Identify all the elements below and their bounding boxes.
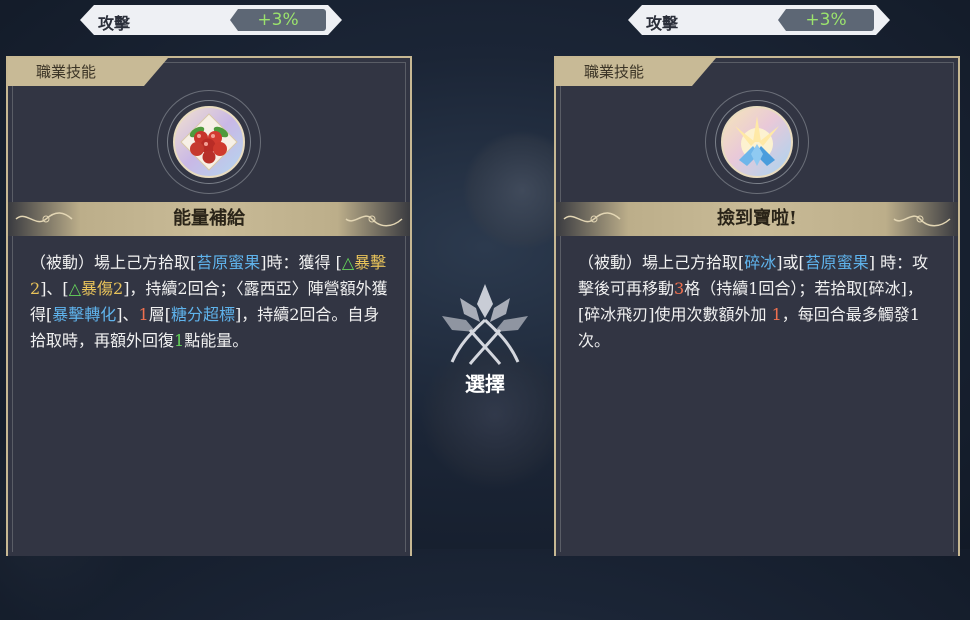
skill-type-tag: 職業技能 — [8, 58, 168, 86]
tree-emblem-icon — [442, 284, 528, 365]
highlight-text: △ — [68, 279, 81, 298]
ornament-icon — [15, 212, 73, 223]
stat-bonus-left: 攻擊 +3% — [80, 5, 342, 35]
desc-text: （被動）場上己方拾取[ — [578, 253, 745, 272]
desc-text: ]、[ — [40, 279, 69, 298]
highlight-text: 苔原蜜果 — [196, 253, 261, 272]
highlight-text: 碎冰 — [744, 253, 777, 272]
desc-text: 點能量。 — [184, 331, 249, 350]
desc-text: （被動）場上己方拾取[ — [30, 253, 197, 272]
skill-type-tag: 職業技能 — [556, 58, 716, 86]
highlight-text: △ — [341, 253, 355, 272]
ornament-icon — [345, 215, 403, 227]
berries-icon — [157, 90, 261, 194]
highlight-text: 糖分超標 — [170, 305, 235, 324]
highlight-text: 1 — [138, 305, 149, 324]
ice-crystal-icon — [705, 90, 809, 194]
desc-text: ]時：獲得 [ — [260, 253, 342, 272]
skill-title: 撿到寶啦! — [717, 208, 797, 229]
select-label: 選擇 — [465, 372, 505, 396]
highlight-text: 1 — [174, 331, 185, 350]
highlight-text: 暴傷2 — [81, 279, 124, 298]
skill-description: （被動）場上己方拾取[苔原蜜果]時：獲得 [△暴擊2]、[△暴傷2]，持續2回合… — [30, 250, 390, 354]
ornament-icon — [563, 212, 621, 223]
stat-value: +3% — [778, 9, 874, 31]
desc-text: ]或[ — [776, 253, 805, 272]
highlight-text: 3 — [674, 279, 685, 298]
skill-title-bar: 能量補給 — [8, 202, 410, 236]
highlight-text: 苔原蜜果 — [804, 253, 869, 272]
skill-title: 能量補給 — [173, 208, 245, 229]
skill-title-bar: 撿到寶啦! — [556, 202, 958, 236]
select-button[interactable]: 選擇 — [430, 278, 540, 398]
highlight-text: 暴擊轉化 — [52, 305, 117, 324]
desc-text: 層[ — [148, 305, 171, 324]
ornament-icon — [893, 215, 951, 227]
skill-card-right[interactable]: 職業技能 撿到寶啦! （被動）場上己方拾取[碎冰]或[苔原蜜果] 時：攻擊後可再… — [554, 56, 960, 556]
stat-label: 攻擊 — [98, 14, 131, 33]
stat-value: +3% — [230, 9, 326, 31]
stat-bonus-right: 攻擊 +3% — [628, 5, 890, 35]
skill-card-left[interactable]: 職業技能 能量補給 （被動）場上己方拾取[苔原蜜果]時：獲得 [△暴擊2]、[△… — [6, 56, 412, 556]
desc-text: ]、 — [116, 305, 139, 324]
stat-label: 攻擊 — [646, 14, 679, 33]
highlight-text: 1 — [771, 305, 782, 324]
skill-description: （被動）場上己方拾取[碎冰]或[苔原蜜果] 時：攻擊後可再移動3格（持續1回合）… — [578, 250, 938, 354]
